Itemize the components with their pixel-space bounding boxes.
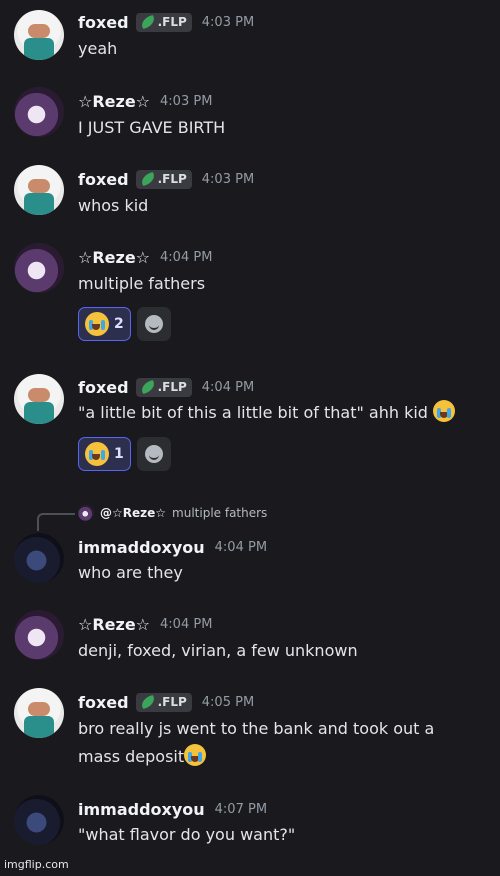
reaction-button[interactable]: 2 <box>78 307 131 341</box>
reaction-count: 1 <box>114 446 124 462</box>
reply-preview[interactable]: @☆Reze☆ multiple fathers <box>78 503 267 523</box>
avatar[interactable] <box>14 533 64 583</box>
add-reaction-button[interactable] <box>136 437 171 471</box>
avatar[interactable] <box>14 795 64 845</box>
avatar <box>78 505 94 521</box>
message-text: mass deposit <box>78 743 207 770</box>
server-tag[interactable]: .FLP <box>135 169 192 189</box>
add-reaction-button[interactable] <box>136 307 171 341</box>
add-reaction-icon <box>144 445 163 463</box>
username[interactable]: foxed <box>78 170 129 189</box>
timestamp: 4:04 PM <box>214 539 268 555</box>
timestamp: 4:07 PM <box>214 801 268 817</box>
username[interactable]: ☆Reze☆ <box>78 248 150 267</box>
leaf-icon <box>139 694 156 710</box>
reactions: 2 <box>78 307 171 341</box>
server-tag[interactable]: .FLP <box>135 377 192 397</box>
server-tag[interactable]: .FLP <box>135 12 192 32</box>
message-text: multiple fathers <box>78 274 206 293</box>
message-text: yeah <box>78 39 118 58</box>
username[interactable]: foxed <box>78 693 129 712</box>
avatar[interactable] <box>14 165 64 215</box>
loudly-crying-face-icon <box>433 400 456 422</box>
loudly-crying-face-icon <box>85 442 109 466</box>
leaf-icon <box>139 14 156 30</box>
reply-username: @☆Reze☆ <box>100 506 167 520</box>
loudly-crying-face-icon <box>85 312 109 336</box>
reaction-count: 2 <box>114 316 124 332</box>
message-text: I JUST GAVE BIRTH <box>78 118 226 137</box>
timestamp: 4:04 PM <box>160 616 213 632</box>
reply-connector <box>37 513 75 531</box>
timestamp: 4:04 PM <box>160 249 213 265</box>
username[interactable]: immaddoxyou <box>78 538 205 557</box>
message-text: who are they <box>78 563 183 582</box>
timestamp: 4:03 PM <box>201 14 255 30</box>
avatar[interactable] <box>14 374 64 424</box>
message-text: bro really js went to the bank and took … <box>78 719 435 738</box>
avatar[interactable] <box>14 87 64 137</box>
reply-text: multiple fathers <box>172 506 268 520</box>
message-text: "a little bit of this a little bit of th… <box>78 399 456 426</box>
avatar[interactable] <box>14 243 64 293</box>
leaf-icon <box>139 379 156 395</box>
timestamp: 4:03 PM <box>201 171 255 187</box>
timestamp: 4:03 PM <box>160 93 213 109</box>
timestamp: 4:04 PM <box>201 379 255 395</box>
username[interactable]: ☆Reze☆ <box>78 615 150 634</box>
message-text: denji, foxed, virian, a few unknown <box>78 641 358 660</box>
server-tag[interactable]: .FLP <box>135 692 192 712</box>
username[interactable]: immaddoxyou <box>78 800 205 819</box>
avatar[interactable] <box>14 610 64 660</box>
avatar[interactable] <box>14 10 64 60</box>
reaction-button[interactable]: 1 <box>78 437 131 471</box>
reactions: 1 <box>78 437 171 471</box>
username[interactable]: foxed <box>78 13 129 32</box>
avatar[interactable] <box>14 688 64 738</box>
timestamp: 4:05 PM <box>201 694 255 710</box>
watermark: imgflip.com <box>4 858 69 871</box>
loudly-crying-face-icon <box>184 744 207 766</box>
message-text: "what flavor do you want?" <box>78 825 296 844</box>
message-text: whos kid <box>78 196 149 215</box>
leaf-icon <box>139 171 156 187</box>
username[interactable]: foxed <box>78 378 129 397</box>
username[interactable]: ☆Reze☆ <box>78 92 150 111</box>
add-reaction-icon <box>144 315 163 333</box>
